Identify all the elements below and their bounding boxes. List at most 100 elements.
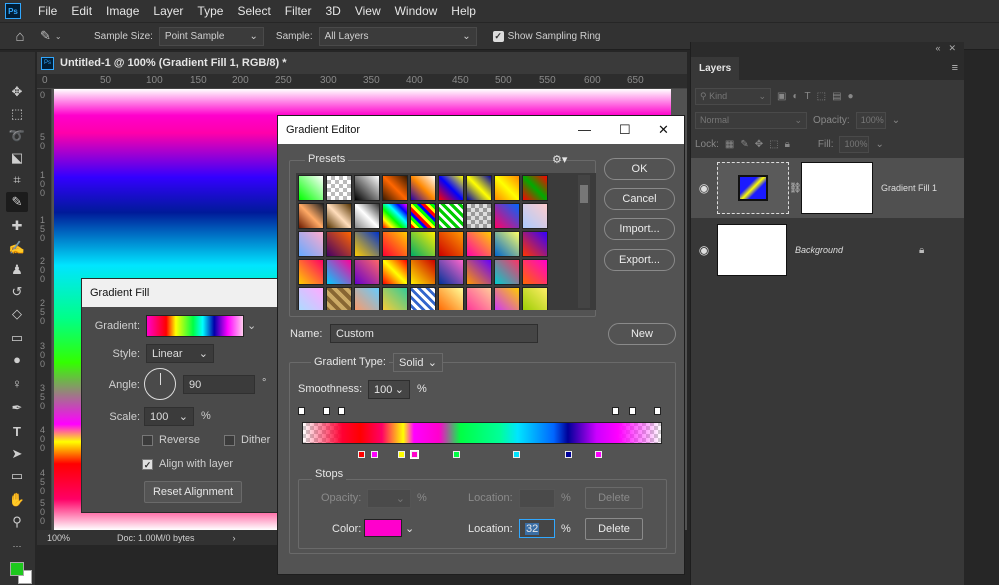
menu-layer[interactable]: Layer <box>146 4 190 18</box>
preset-swatch[interactable] <box>354 259 380 285</box>
ok-button[interactable]: OK <box>604 158 675 180</box>
layer-row-gradient-fill[interactable]: ◉ ⛓ Gradient Fill 1 <box>691 158 964 218</box>
preset-swatch[interactable] <box>326 203 352 229</box>
preset-swatch[interactable] <box>382 231 408 257</box>
opacity-stop[interactable] <box>338 407 345 415</box>
color-stop[interactable] <box>513 451 520 458</box>
brush-tool-icon[interactable]: ✍ <box>6 238 28 258</box>
align-with-layer-checkbox[interactable]: ✓ <box>142 458 153 470</box>
menu-view[interactable]: View <box>348 4 388 18</box>
preset-swatch[interactable] <box>382 287 408 310</box>
fill-layer-thumbnail[interactable] <box>717 162 789 214</box>
preset-swatch[interactable] <box>326 175 352 201</box>
align-with-layer-option[interactable]: ✓ Align with layer <box>142 458 233 470</box>
move-tool-icon[interactable]: ✥ <box>6 82 28 102</box>
sample-select[interactable]: All Layers ⌄ <box>318 26 477 46</box>
preset-swatch[interactable] <box>494 175 520 201</box>
menu-select[interactable]: Select <box>230 4 277 18</box>
scrollbar-thumb[interactable] <box>580 185 588 203</box>
document-tab[interactable]: Ps Untitled-1 @ 100% (Gradient Fill 1, R… <box>37 52 687 74</box>
preset-swatch[interactable] <box>494 259 520 285</box>
filter-toggle-icon[interactable]: ● <box>848 91 854 102</box>
maximize-icon[interactable]: ☐ <box>619 122 631 138</box>
preset-swatch[interactable] <box>438 203 464 229</box>
lasso-tool-icon[interactable]: ➰ <box>6 126 28 146</box>
preset-swatch[interactable] <box>298 175 324 201</box>
path-selection-tool-icon[interactable]: ➤ <box>6 444 28 464</box>
visibility-eye-icon[interactable]: ◉ <box>691 243 717 257</box>
reverse-checkbox[interactable] <box>142 434 153 446</box>
close-icon[interactable]: ✕ <box>658 122 669 138</box>
smoothness-input[interactable]: 100 ⌄ <box>368 380 410 399</box>
preset-swatch[interactable] <box>382 175 408 201</box>
pen-tool-icon[interactable]: ✒ <box>6 398 28 418</box>
layer-name[interactable]: Background <box>795 245 919 255</box>
quick-select-tool-icon[interactable]: ⬕ <box>6 148 28 168</box>
preset-swatch[interactable] <box>354 231 380 257</box>
clone-stamp-tool-icon[interactable]: ♟ <box>6 260 28 280</box>
kind-filter-select[interactable]: ⚲ Kind ⌄ <box>695 87 771 105</box>
preset-swatch[interactable] <box>410 175 436 201</box>
preset-swatch[interactable] <box>466 287 492 310</box>
gear-icon[interactable]: ⚙▾ <box>552 153 567 166</box>
blur-tool-icon[interactable]: ● <box>6 350 28 370</box>
preset-swatch[interactable] <box>466 175 492 201</box>
opacity-stop[interactable] <box>298 407 305 415</box>
gradient-bar[interactable] <box>302 422 662 444</box>
panel-menu-icon[interactable]: ≡ <box>952 62 958 80</box>
dither-option[interactable]: Dither <box>224 434 270 446</box>
preset-swatch[interactable] <box>298 231 324 257</box>
chevron-down-icon[interactable]: ⌄ <box>179 410 188 423</box>
lock-transparent-icon[interactable]: ▦ <box>725 139 734 150</box>
preset-swatch[interactable] <box>522 231 548 257</box>
link-icon[interactable]: ⛓ <box>789 183 802 194</box>
reverse-option[interactable]: Reverse <box>142 434 200 446</box>
import-button[interactable]: Import... <box>604 218 675 240</box>
fill-input[interactable]: 100% <box>839 135 870 153</box>
preset-swatch[interactable] <box>494 203 520 229</box>
layer-mask-thumbnail[interactable] <box>801 162 873 214</box>
show-sampling-ring-option[interactable]: ✓ Show Sampling Ring <box>492 30 600 42</box>
chevron-down-icon[interactable]: ⌄ <box>892 115 900 126</box>
preset-swatch[interactable] <box>438 231 464 257</box>
color-location-input[interactable]: 32 <box>519 519 555 538</box>
color-stop[interactable] <box>565 451 572 458</box>
preset-swatch[interactable] <box>522 203 548 229</box>
history-brush-tool-icon[interactable]: ↺ <box>6 282 28 302</box>
preset-swatch[interactable] <box>522 287 548 310</box>
style-select[interactable]: Linear ⌄ <box>146 344 214 363</box>
chevron-down-icon[interactable]: ⌄ <box>875 139 883 150</box>
preset-swatch[interactable] <box>354 287 380 310</box>
preset-swatch[interactable] <box>298 259 324 285</box>
layer-row-background[interactable]: ◉ Background 🔒︎ <box>691 220 964 280</box>
shape-tool-icon[interactable]: ▭ <box>6 466 28 486</box>
preset-swatch[interactable] <box>410 259 436 285</box>
smart-object-filter-icon[interactable]: ▤ <box>832 91 841 102</box>
chevron-down-icon[interactable]: ⌄ <box>405 522 414 535</box>
sample-size-select[interactable]: Point Sample ⌄ <box>158 26 264 46</box>
preset-swatch[interactable] <box>298 287 324 310</box>
color-stop[interactable] <box>358 451 365 458</box>
reset-alignment-button[interactable]: Reset Alignment <box>144 481 242 503</box>
preset-swatch[interactable] <box>466 203 492 229</box>
name-input[interactable]: Custom <box>330 324 538 343</box>
preset-swatch[interactable] <box>522 175 548 201</box>
menu-help[interactable]: Help <box>444 4 483 18</box>
preset-swatch[interactable] <box>354 203 380 229</box>
preset-swatch[interactable] <box>298 203 324 229</box>
export-button[interactable]: Export... <box>604 249 675 271</box>
preset-swatch[interactable] <box>382 203 408 229</box>
type-tool-icon[interactable]: T <box>6 422 28 442</box>
preset-swatch[interactable] <box>326 287 352 310</box>
lock-artboard-icon[interactable]: ⬚ <box>769 139 778 150</box>
hand-tool-icon[interactable]: ✋ <box>6 490 28 510</box>
marquee-tool-icon[interactable]: ⬚ <box>6 104 28 124</box>
preset-swatch[interactable] <box>382 259 408 285</box>
zoom-level[interactable]: 100% <box>37 533 81 543</box>
image-filter-icon[interactable]: ▣ <box>777 91 786 102</box>
tool-preset-picker[interactable]: ✎ ⌄ <box>40 28 82 44</box>
preset-swatch[interactable] <box>326 231 352 257</box>
preset-swatch[interactable] <box>410 203 436 229</box>
preset-swatch[interactable] <box>438 175 464 201</box>
foreground-color-swatch[interactable] <box>10 562 24 576</box>
